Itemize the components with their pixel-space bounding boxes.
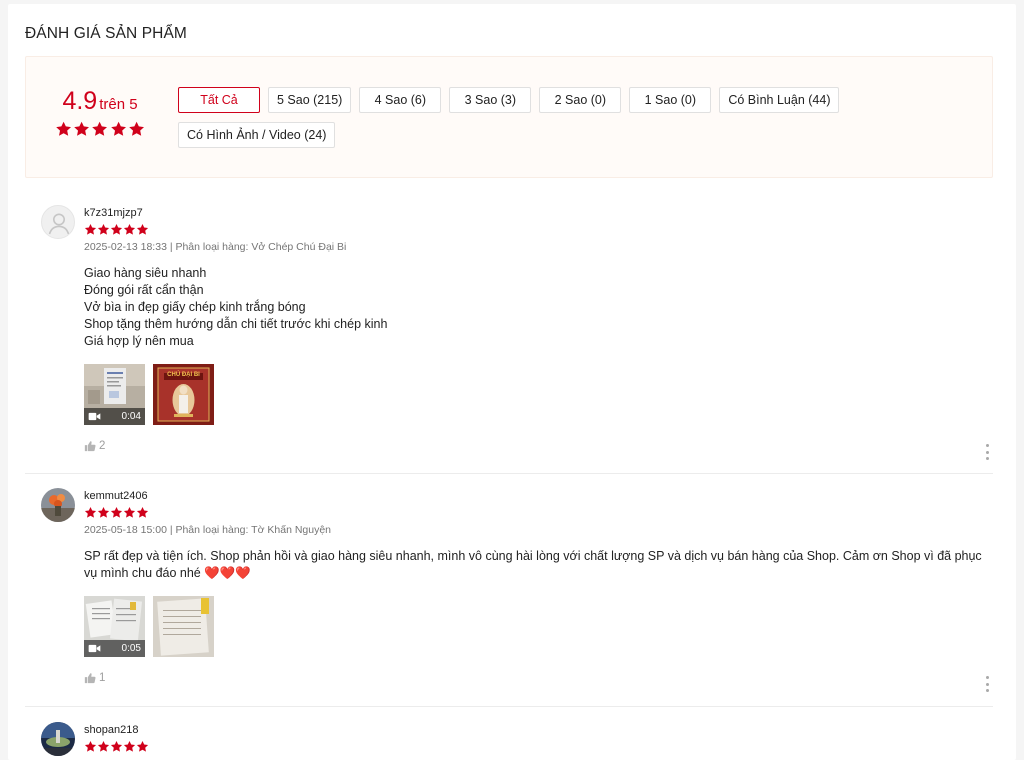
video-overlay: 0:05: [84, 640, 145, 657]
avatar-image: [41, 488, 75, 522]
review-image-thumbnail[interactable]: CHÚ ĐẠI BI: [153, 364, 214, 425]
filter-5-star[interactable]: 5 Sao (215): [268, 87, 352, 113]
review-star-rating: [84, 740, 993, 753]
star-icon: [110, 740, 123, 753]
filter-4-star[interactable]: 4 Sao (6): [359, 87, 442, 113]
review-image-thumbnail[interactable]: [153, 596, 214, 657]
review-star-rating: [84, 223, 993, 236]
avatar[interactable]: [41, 722, 75, 756]
review-content: Giao hàng siêu nhanh Đóng gói rất cẩn th…: [84, 266, 388, 348]
star-icon: [136, 506, 149, 519]
star-icon: [136, 223, 149, 236]
image-caption: CHÚ ĐẠI BI: [167, 372, 200, 378]
star-icon: [110, 506, 123, 519]
review-star-rating: [84, 506, 993, 519]
dot-icon: [985, 689, 989, 692]
review-media: 0:05: [84, 596, 993, 657]
review-video-thumbnail[interactable]: 0:04: [84, 364, 145, 425]
avatar-image: [41, 722, 75, 756]
filter-1-star[interactable]: 1 Sao (0): [629, 87, 712, 113]
more-options-button[interactable]: [981, 676, 993, 692]
filter-with-comment[interactable]: Có Bình Luận (44): [719, 87, 840, 113]
filter-with-media[interactable]: Có Hình Ảnh / Video (24): [178, 122, 336, 148]
dot-icon: [985, 457, 989, 460]
thumbs-up-icon: [84, 441, 96, 452]
review-item: kemmut2406 2025-05-18 15:00 | Phân loại …: [25, 488, 993, 707]
avatar[interactable]: [41, 488, 75, 522]
star-icon: [84, 740, 97, 753]
video-camera-icon: [88, 644, 101, 653]
star-icon: [97, 506, 110, 519]
like-button[interactable]: 1: [84, 672, 993, 684]
like-button[interactable]: 2: [84, 440, 993, 452]
star-icon: [123, 506, 136, 519]
reviewer-username[interactable]: k7z31mjzp7: [84, 207, 993, 219]
like-count: 1: [99, 672, 106, 684]
dot-icon: [985, 450, 989, 454]
like-count: 2: [99, 440, 106, 452]
star-icon: [136, 740, 149, 753]
star-icon: [123, 740, 136, 753]
review-content: SP rất đẹp và tiện ích. Shop phản hồi và…: [84, 549, 982, 580]
star-icon: [128, 120, 145, 138]
star-icon: [110, 120, 127, 138]
dot-icon: [985, 682, 989, 686]
filter-3-star[interactable]: 3 Sao (3): [449, 87, 532, 113]
review-item: k7z31mjzp7 2025-02-13 18:33 | Phân loại …: [25, 205, 993, 474]
review-media: 0:04 CHÚ ĐẠI BI: [84, 364, 993, 425]
filter-all[interactable]: Tất Cả: [178, 87, 260, 113]
dot-icon: [985, 676, 989, 679]
video-camera-icon: [88, 412, 101, 421]
overall-score: 4.9 trên 5: [55, 87, 145, 138]
rating-filters: Tất Cả 5 Sao (215) 4 Sao (6) 3 Sao (3) 2…: [178, 87, 978, 148]
review-video-thumbnail[interactable]: 0:05: [84, 596, 145, 657]
star-icon: [123, 223, 136, 236]
dot-icon: [985, 444, 989, 447]
avatar[interactable]: [41, 205, 75, 239]
review-meta: 2025-02-13 18:33 | Phân loại hàng: Vở Ch…: [84, 241, 347, 253]
overall-star-rating: [55, 120, 145, 138]
filter-2-star[interactable]: 2 Sao (0): [539, 87, 622, 113]
review-photo: [153, 596, 214, 657]
star-icon: [84, 506, 97, 519]
video-duration: 0:05: [121, 643, 141, 654]
score-suffix: trên 5: [99, 96, 138, 113]
section-title: ĐÁNH GIÁ SẢN PHẨM: [25, 25, 187, 42]
star-icon: [55, 120, 72, 138]
reviewer-username[interactable]: shopan218: [84, 724, 993, 736]
video-overlay: 0:04: [84, 408, 145, 425]
video-duration: 0:04: [121, 411, 141, 422]
star-icon: [91, 120, 108, 138]
review-item: shopan218: [25, 722, 993, 760]
star-icon: [97, 740, 110, 753]
more-options-button[interactable]: [981, 444, 993, 460]
star-icon: [97, 223, 110, 236]
star-icon: [73, 120, 90, 138]
default-user-icon: [48, 213, 70, 235]
review-meta: 2025-05-18 15:00 | Phân loại hàng: Tờ Kh…: [84, 524, 332, 536]
star-icon: [84, 223, 97, 236]
product-reviews-panel: ĐÁNH GIÁ SẢN PHẨM 4.9 trên 5 Tất Cả 5 Sao…: [8, 4, 1016, 760]
thumbs-up-icon: [84, 673, 96, 684]
rating-summary: 4.9 trên 5 Tất Cả 5 Sao (215) 4 Sao (6) 3…: [25, 56, 993, 178]
score-value: 4.9: [62, 87, 98, 115]
star-icon: [110, 223, 123, 236]
reviewer-username[interactable]: kemmut2406: [84, 490, 993, 502]
